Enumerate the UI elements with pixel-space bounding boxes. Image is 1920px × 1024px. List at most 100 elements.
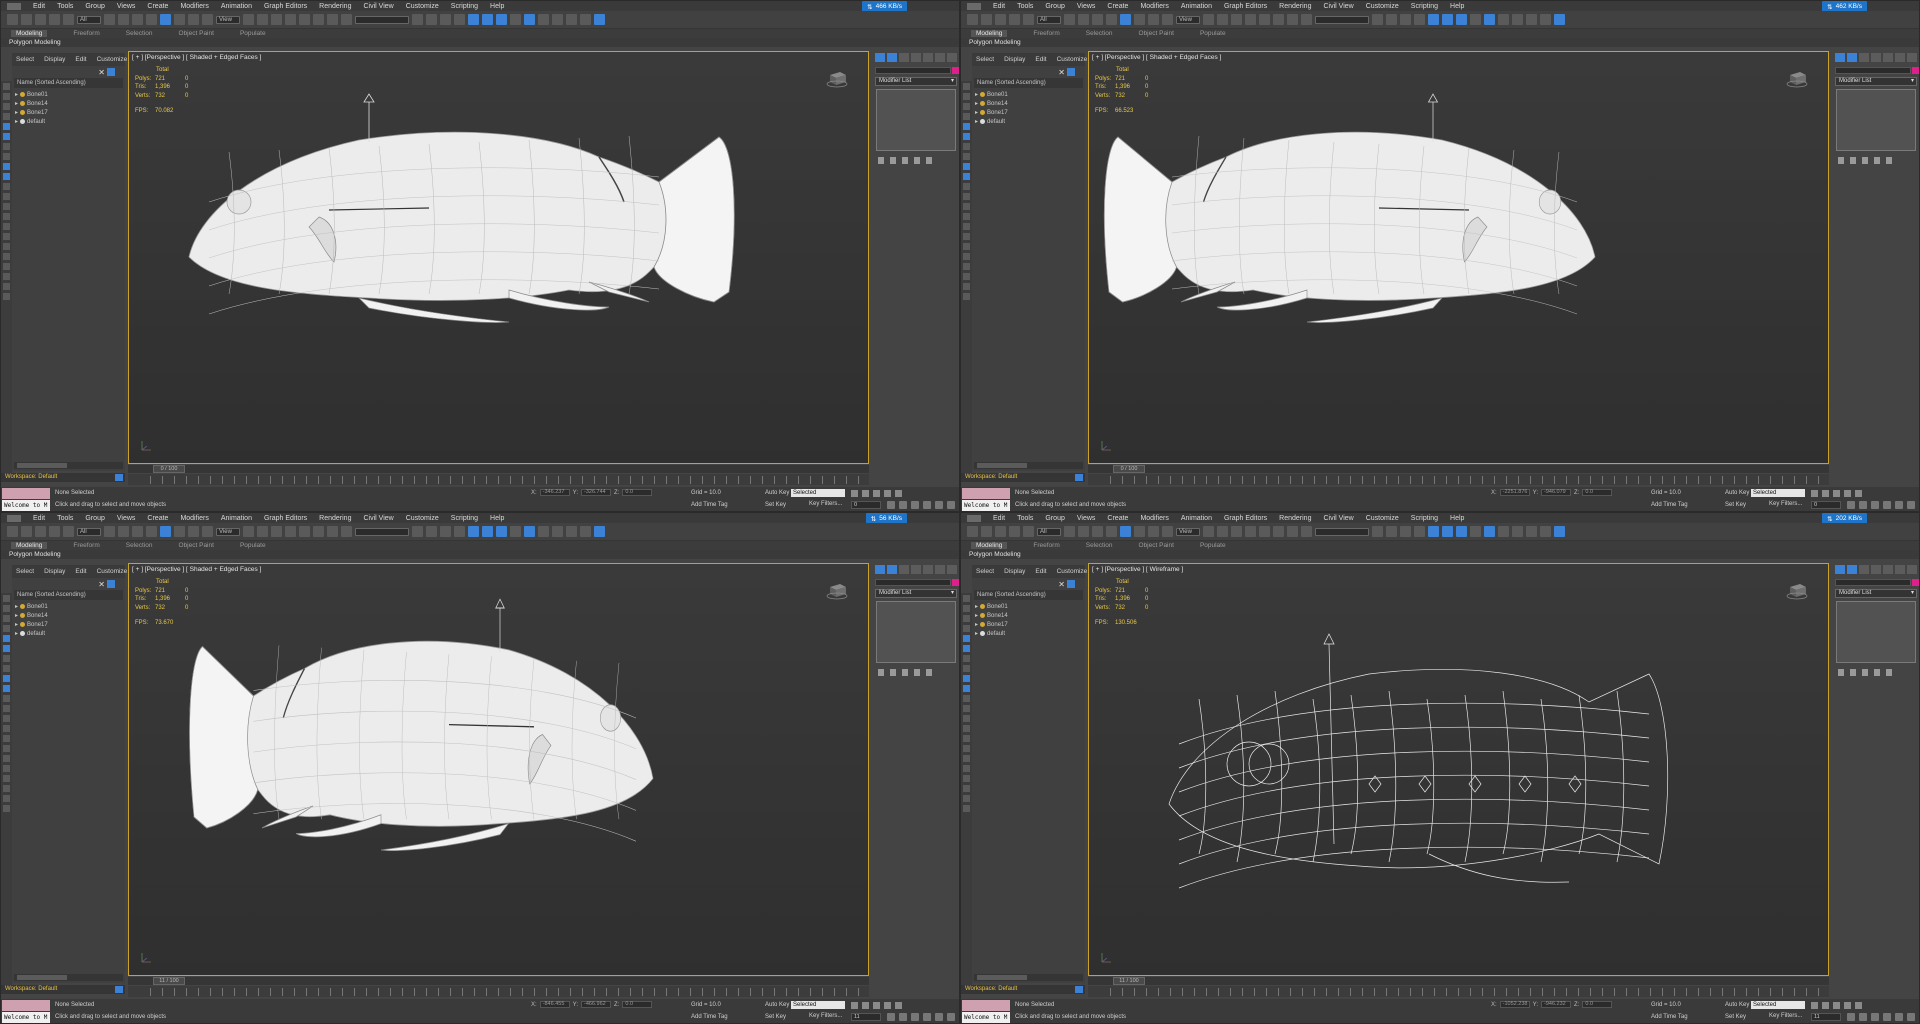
explorer-item[interactable]: ▸ Bone01	[12, 602, 125, 611]
rendered-frame-window-icon[interactable]	[524, 14, 535, 25]
current-frame-field[interactable]: 11	[1811, 1013, 1841, 1021]
maxscript-listener-mini[interactable]	[962, 1000, 1010, 1011]
z-coord-field[interactable]: 0.0	[1582, 489, 1613, 496]
edit-named-selection-icon[interactable]	[341, 526, 352, 537]
explorer-filter-icon[interactable]	[963, 665, 970, 672]
utilities-tab-icon[interactable]	[1895, 565, 1905, 574]
explorer-menu-item[interactable]: Display	[44, 56, 65, 63]
select-object-icon[interactable]	[1064, 526, 1075, 537]
explorer-filter-icon[interactable]	[3, 133, 10, 140]
viewport-label[interactable]: [ + ] [Perspective ] [ Shaded + Edged Fa…	[132, 54, 261, 61]
app-logo-icon[interactable]	[967, 2, 981, 10]
menu-item[interactable]: Graph Editors	[1224, 3, 1267, 10]
explorer-filter-icon[interactable]	[963, 103, 970, 110]
keyboard-shortcut-icon[interactable]	[1231, 526, 1242, 537]
explorer-filter-icon[interactable]	[963, 705, 970, 712]
expand-arrow-icon[interactable]: ▸	[15, 630, 18, 637]
explorer-filter-icon[interactable]	[963, 795, 970, 802]
explorer-filter-icon[interactable]	[963, 595, 970, 602]
visibility-bulb-icon[interactable]	[20, 613, 26, 618]
expand-arrow-icon[interactable]: ▸	[15, 109, 18, 116]
explorer-filter-icon[interactable]	[3, 785, 10, 792]
explorer-column-header[interactable]: Name (Sorted Ascending)	[974, 590, 1083, 600]
time-slider[interactable]: 11 / 100	[128, 977, 869, 985]
ribbon-tab[interactable]: Freeform	[73, 542, 99, 549]
expand-arrow-icon[interactable]: ▸	[15, 91, 18, 98]
menu-item[interactable]: Civil View	[1323, 515, 1353, 522]
maximize-viewport-icon[interactable]	[1907, 1013, 1915, 1021]
zoom-icon[interactable]	[1847, 1013, 1855, 1021]
configure-sets-icon[interactable]	[1886, 669, 1892, 676]
ribbon-tab[interactable]: Populate	[240, 30, 266, 37]
snap-toggle-icon[interactable]	[285, 14, 296, 25]
bind-spacewarp-icon[interactable]	[63, 14, 74, 25]
visibility-bulb-icon[interactable]	[980, 101, 986, 106]
explorer-menu-item[interactable]: Edit	[75, 568, 86, 575]
modifier-list-dropdown[interactable]: Modifier List	[1835, 77, 1917, 86]
explorer-menu-item[interactable]: Display	[1004, 568, 1025, 575]
menu-item[interactable]: Views	[1077, 3, 1096, 10]
fish-wireframe[interactable]	[1168, 633, 1669, 889]
explorer-filter-icon[interactable]	[963, 263, 970, 270]
maxscript-welcome[interactable]: Welcome to M	[962, 1012, 1010, 1023]
explorer-menu-item[interactable]: Customize	[1057, 56, 1088, 63]
go-to-end-icon[interactable]	[895, 490, 902, 497]
explorer-filter-icon[interactable]	[3, 615, 10, 622]
explorer-filter-icon[interactable]	[963, 223, 970, 230]
explorer-filter-icon[interactable]	[3, 243, 10, 250]
menu-item[interactable]: Create	[147, 515, 168, 522]
ribbon-tab[interactable]: Object Paint	[179, 30, 214, 37]
redo-icon[interactable]	[21, 14, 32, 25]
x-coord-field[interactable]: -1052.238	[1499, 1001, 1530, 1008]
key-filters-button[interactable]: Key Filters...	[809, 1013, 842, 1019]
explorer-filter-icon[interactable]	[963, 213, 970, 220]
explorer-menu-item[interactable]: Customize	[97, 56, 128, 63]
bind-spacewarp-icon[interactable]	[1023, 14, 1034, 25]
explorer-filter-icon[interactable]	[963, 123, 970, 130]
angle-snap-icon[interactable]	[1259, 526, 1270, 537]
zoom-all-icon[interactable]	[1859, 1013, 1867, 1021]
unlink-icon[interactable]	[49, 526, 60, 537]
workspace-selector[interactable]: Workspace: Default	[1, 473, 125, 482]
rendered-frame-window-icon[interactable]	[524, 526, 535, 537]
y-coord-field[interactable]: -946.079	[1541, 489, 1572, 496]
explorer-column-header[interactable]: Name (Sorted Ascending)	[974, 78, 1083, 88]
mirror-icon[interactable]	[412, 14, 423, 25]
pivot-center-icon[interactable]	[243, 526, 254, 537]
go-to-start-icon[interactable]	[851, 490, 858, 497]
named-selection-dropdown[interactable]	[1315, 15, 1369, 24]
workspace-selector[interactable]: Workspace: Default	[961, 473, 1085, 482]
menu-item[interactable]: Animation	[221, 3, 252, 10]
explorer-filter-icon[interactable]	[963, 775, 970, 782]
window-crossing-icon[interactable]	[146, 526, 157, 537]
render-iterative-icon[interactable]	[1512, 526, 1523, 537]
explorer-scrollbar[interactable]	[14, 462, 123, 469]
menu-item[interactable]: Tools	[1017, 3, 1033, 10]
manipulate-icon[interactable]	[257, 14, 268, 25]
menu-item[interactable]: Customize	[1366, 515, 1399, 522]
explorer-filter-icon[interactable]	[3, 685, 10, 692]
render-online-icon[interactable]	[566, 526, 577, 537]
curve-editor-icon[interactable]	[468, 526, 479, 537]
viewport-label[interactable]: [ + ] [Perspective ] [ Shaded + Edged Fa…	[132, 566, 261, 573]
create-tab-icon[interactable]	[1835, 53, 1845, 62]
visibility-bulb-icon[interactable]	[20, 119, 26, 124]
visibility-bulb-icon[interactable]	[980, 110, 986, 115]
named-selection-dropdown[interactable]	[1315, 527, 1369, 536]
close-icon[interactable]: ✕	[98, 68, 105, 77]
pan-icon[interactable]	[1895, 1013, 1903, 1021]
expand-arrow-icon[interactable]: ▸	[975, 612, 978, 619]
undo-icon[interactable]	[7, 14, 18, 25]
explorer-filter-icon[interactable]	[3, 123, 10, 130]
explorer-filter-icon[interactable]	[963, 635, 970, 642]
pan-icon[interactable]	[935, 501, 943, 509]
show-end-result-icon[interactable]	[1850, 157, 1856, 164]
workspace-selector[interactable]: Workspace: Default	[961, 985, 1085, 994]
set-key-button[interactable]: Set Key	[1725, 1014, 1746, 1020]
angle-snap-icon[interactable]	[299, 526, 310, 537]
remove-modifier-icon[interactable]	[914, 669, 920, 676]
explorer-scrollbar[interactable]	[974, 974, 1083, 981]
visibility-bulb-icon[interactable]	[980, 631, 986, 636]
next-frame-icon[interactable]	[884, 490, 891, 497]
go-to-end-icon[interactable]	[895, 1002, 902, 1009]
